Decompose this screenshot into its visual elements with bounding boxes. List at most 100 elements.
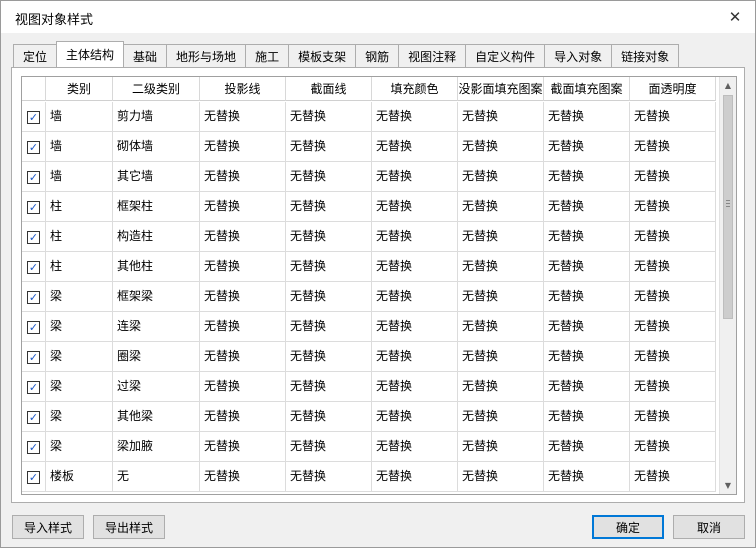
table-cell[interactable]: 无替换 bbox=[286, 102, 372, 132]
table-cell[interactable]: 无替换 bbox=[200, 372, 286, 402]
table-cell[interactable]: 无替换 bbox=[286, 432, 372, 462]
tab-1[interactable]: 主体结构 bbox=[56, 41, 125, 67]
table-cell[interactable]: 无替换 bbox=[458, 102, 544, 132]
table-cell[interactable]: 无替换 bbox=[286, 162, 372, 192]
table-cell[interactable]: 无替换 bbox=[544, 432, 630, 462]
table-cell[interactable]: 无替换 bbox=[200, 222, 286, 252]
table-cell[interactable]: 无替换 bbox=[630, 132, 716, 162]
table-cell[interactable]: 无替换 bbox=[372, 162, 458, 192]
table-cell[interactable]: 无替换 bbox=[544, 132, 630, 162]
table-cell[interactable]: 无替换 bbox=[458, 222, 544, 252]
table-cell[interactable]: 无替换 bbox=[286, 402, 372, 432]
table-cell[interactable]: 无替换 bbox=[630, 312, 716, 342]
table-cell[interactable]: 无替换 bbox=[372, 132, 458, 162]
table-cell[interactable]: 无替换 bbox=[630, 372, 716, 402]
table-cell[interactable]: 无替换 bbox=[372, 192, 458, 222]
row-checkbox[interactable]: ✓ bbox=[27, 320, 40, 334]
table-cell[interactable]: 无替换 bbox=[200, 162, 286, 192]
table-row[interactable]: ✓ 墙其它墙 无替换 无替换 无替换 无替换 无替换 无替换 bbox=[22, 162, 716, 192]
table-cell[interactable]: 无替换 bbox=[630, 192, 716, 222]
row-checkbox[interactable]: ✓ bbox=[27, 230, 40, 244]
table-cell[interactable]: 无替换 bbox=[200, 462, 286, 492]
table-cell[interactable]: 无替换 bbox=[200, 282, 286, 312]
row-checkbox[interactable]: ✓ bbox=[27, 380, 40, 394]
table-cell[interactable]: 无替换 bbox=[458, 462, 544, 492]
table-cell[interactable]: 无替换 bbox=[630, 252, 716, 282]
row-checkbox[interactable]: ✓ bbox=[27, 140, 40, 154]
row-checkbox[interactable]: ✓ bbox=[27, 110, 40, 124]
row-checkbox[interactable]: ✓ bbox=[27, 170, 40, 184]
table-cell[interactable]: 无替换 bbox=[458, 432, 544, 462]
row-checkbox[interactable]: ✓ bbox=[27, 440, 40, 454]
tab-3[interactable]: 地形与场地 bbox=[166, 44, 247, 67]
table-cell[interactable]: 无替换 bbox=[630, 102, 716, 132]
close-icon[interactable]: ✕ bbox=[721, 5, 749, 29]
tab-2[interactable]: 基础 bbox=[123, 44, 168, 67]
table-cell[interactable]: 无替换 bbox=[286, 252, 372, 282]
table-cell[interactable]: 无替换 bbox=[458, 192, 544, 222]
tab-8[interactable]: 自定义构件 bbox=[465, 44, 546, 67]
table-cell[interactable]: 无替换 bbox=[372, 312, 458, 342]
table-cell[interactable]: 无替换 bbox=[286, 342, 372, 372]
table-cell[interactable]: 无替换 bbox=[372, 372, 458, 402]
table-cell[interactable]: 无替换 bbox=[544, 312, 630, 342]
row-checkbox[interactable]: ✓ bbox=[27, 200, 40, 214]
table-cell[interactable]: 无替换 bbox=[544, 162, 630, 192]
table-cell[interactable]: 无替换 bbox=[286, 222, 372, 252]
table-cell[interactable]: 无替换 bbox=[200, 192, 286, 222]
table-row[interactable]: ✓ 柱框架柱 无替换 无替换 无替换 无替换 无替换 无替换 bbox=[22, 192, 716, 222]
table-row[interactable]: ✓ 柱其他柱 无替换 无替换 无替换 无替换 无替换 无替换 bbox=[22, 252, 716, 282]
table-cell[interactable]: 无替换 bbox=[200, 342, 286, 372]
table-cell[interactable]: 无替换 bbox=[544, 192, 630, 222]
table-cell[interactable]: 无替换 bbox=[544, 342, 630, 372]
table-row[interactable]: ✓ 梁其他梁 无替换 无替换 无替换 无替换 无替换 无替换 bbox=[22, 402, 716, 432]
table-cell[interactable]: 无替换 bbox=[286, 132, 372, 162]
table-cell[interactable]: 无替换 bbox=[200, 132, 286, 162]
row-checkbox[interactable]: ✓ bbox=[27, 470, 40, 484]
table-cell[interactable]: 无替换 bbox=[458, 162, 544, 192]
table-cell[interactable]: 无替换 bbox=[286, 462, 372, 492]
table-cell[interactable]: 无替换 bbox=[630, 162, 716, 192]
table-cell[interactable]: 无替换 bbox=[544, 372, 630, 402]
table-cell[interactable]: 无替换 bbox=[372, 102, 458, 132]
export-style-button[interactable]: 导出样式 bbox=[93, 515, 165, 539]
column-header-3[interactable]: 投影线 bbox=[200, 77, 286, 101]
column-header-8[interactable]: 面透明度 bbox=[630, 77, 716, 101]
column-header-7[interactable]: 截面填充图案 bbox=[544, 77, 630, 101]
table-cell[interactable]: 无替换 bbox=[458, 312, 544, 342]
tab-9[interactable]: 导入对象 bbox=[544, 44, 613, 67]
table-cell[interactable]: 无替换 bbox=[372, 282, 458, 312]
ok-button[interactable]: 确定 bbox=[592, 515, 664, 539]
column-header-0[interactable] bbox=[22, 77, 46, 101]
tab-10[interactable]: 链接对象 bbox=[611, 44, 680, 67]
table-cell[interactable]: 无替换 bbox=[630, 342, 716, 372]
row-checkbox[interactable]: ✓ bbox=[27, 350, 40, 364]
row-checkbox[interactable]: ✓ bbox=[27, 290, 40, 304]
column-header-5[interactable]: 填充颜色 bbox=[372, 77, 458, 101]
table-cell[interactable]: 无替换 bbox=[630, 402, 716, 432]
table-cell[interactable]: 无替换 bbox=[458, 132, 544, 162]
tab-7[interactable]: 视图注释 bbox=[398, 44, 467, 67]
table-cell[interactable]: 无替换 bbox=[544, 102, 630, 132]
table-cell[interactable]: 无替换 bbox=[458, 402, 544, 432]
table-cell[interactable]: 无替换 bbox=[372, 432, 458, 462]
vertical-scrollbar[interactable]: ▲ ▼ bbox=[719, 77, 736, 494]
scroll-down-icon[interactable]: ▼ bbox=[720, 477, 736, 494]
table-cell[interactable]: 无替换 bbox=[372, 252, 458, 282]
table-cell[interactable]: 无替换 bbox=[630, 222, 716, 252]
table-cell[interactable]: 无替换 bbox=[630, 462, 716, 492]
table-cell[interactable]: 无替换 bbox=[544, 402, 630, 432]
table-cell[interactable]: 无替换 bbox=[286, 192, 372, 222]
row-checkbox[interactable]: ✓ bbox=[27, 410, 40, 424]
cancel-button[interactable]: 取消 bbox=[673, 515, 745, 539]
table-cell[interactable]: 无替换 bbox=[286, 312, 372, 342]
tab-4[interactable]: 施工 bbox=[245, 44, 290, 67]
import-style-button[interactable]: 导入样式 bbox=[12, 515, 84, 539]
table-row[interactable]: ✓ 梁连梁 无替换 无替换 无替换 无替换 无替换 无替换 bbox=[22, 312, 716, 342]
table-row[interactable]: ✓ 梁过梁 无替换 无替换 无替换 无替换 无替换 无替换 bbox=[22, 372, 716, 402]
column-header-1[interactable]: 类别 bbox=[46, 77, 113, 101]
table-cell[interactable]: 无替换 bbox=[544, 252, 630, 282]
table-cell[interactable]: 无替换 bbox=[544, 282, 630, 312]
table-cell[interactable]: 无替换 bbox=[372, 402, 458, 432]
table-row[interactable]: ✓ 墙砌体墙 无替换 无替换 无替换 无替换 无替换 无替换 bbox=[22, 132, 716, 162]
